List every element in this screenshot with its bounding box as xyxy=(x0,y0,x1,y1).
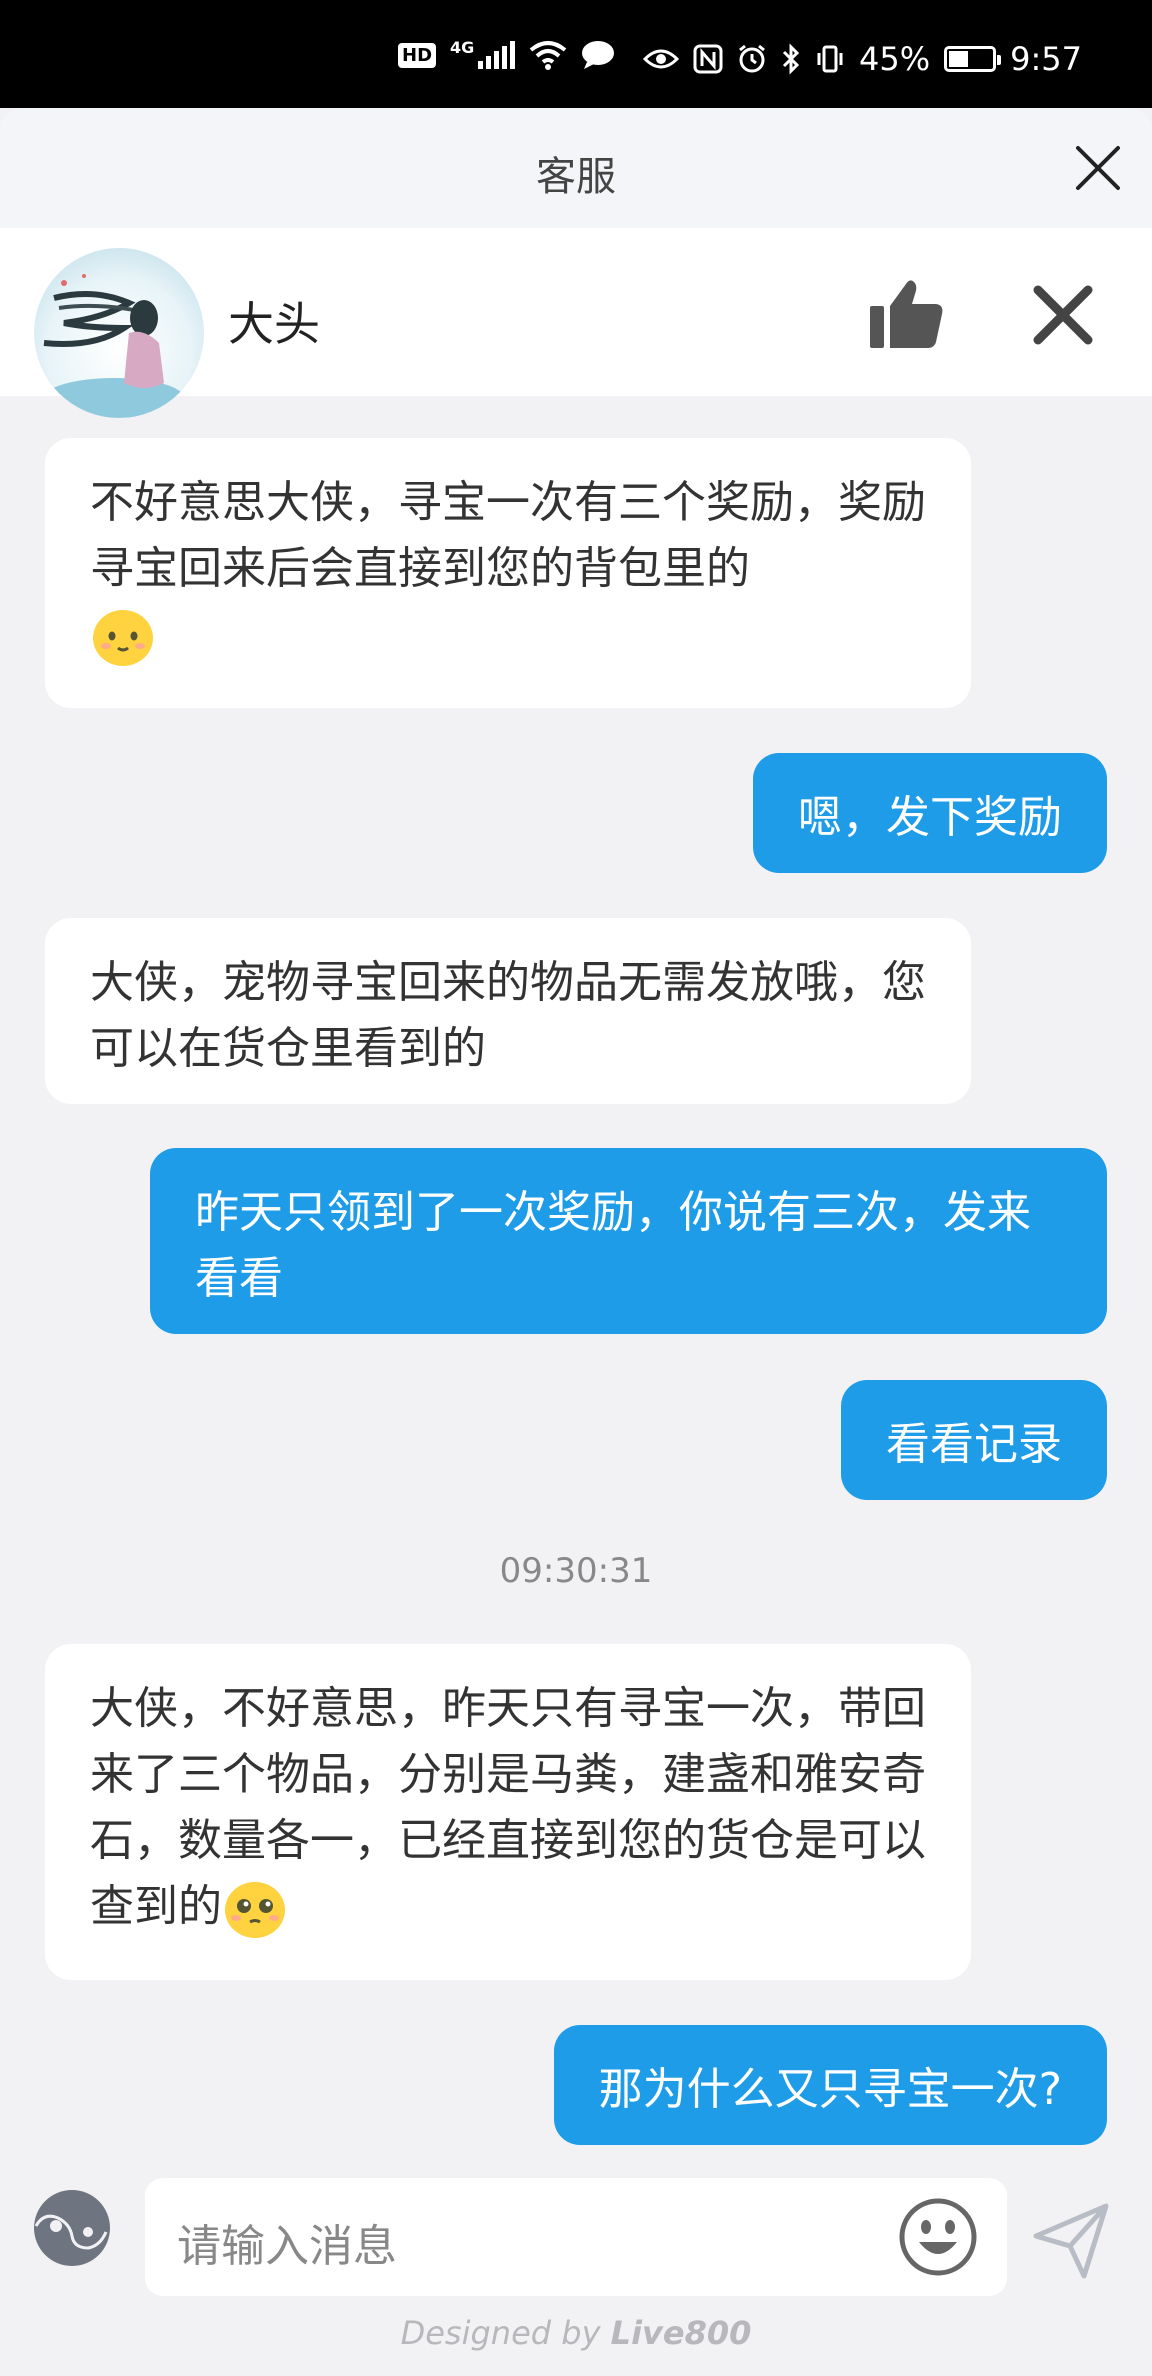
message-text: 昨天只领到了一次奖励，你说有三次，发来看看 xyxy=(195,1187,1031,1304)
user-message: 看看记录 xyxy=(841,1380,1107,1500)
message-text: 不好意思大侠，寻宝一次有三个奖励，奖励寻宝回来后会直接到您的背包里的 xyxy=(90,477,926,594)
clock: 9:57 xyxy=(1010,40,1082,78)
message-text: 看看记录 xyxy=(886,1419,1062,1470)
vibrate-icon xyxy=(817,45,843,73)
message-input[interactable]: 请输入消息 xyxy=(145,2178,1007,2296)
status-left-icons: HD 4G xyxy=(398,37,615,70)
user-message: 昨天只领到了一次奖励，你说有三次，发来看看 xyxy=(150,1148,1107,1334)
status-bar: HD 4G 45% 9:57 xyxy=(0,0,1152,108)
timestamp: 09:30:31 xyxy=(499,1551,653,1591)
yin-yang-icon[interactable] xyxy=(30,2186,114,2270)
battery-icon xyxy=(944,46,1002,72)
battery-percent: 45% xyxy=(859,40,931,78)
status-right-icons: 45% 9:57 xyxy=(643,40,1082,78)
footer-prefix: Designed by xyxy=(400,2314,611,2352)
agent-message: 不好意思大侠，寻宝一次有三个奖励，奖励寻宝回来后会直接到您的背包里的 xyxy=(45,438,971,708)
close-sheet-icon[interactable] xyxy=(1068,138,1128,198)
network-type: 4G xyxy=(450,37,475,57)
smile-emoji-icon xyxy=(93,610,153,666)
nfc-icon xyxy=(693,44,723,74)
sheet-header: 客服 xyxy=(0,108,1152,228)
user-message: 嗯，发下奖励 xyxy=(753,753,1107,873)
message-text: 大侠，不好意思，昨天只有寻宝一次，带回来了三个物品，分别是马粪，建盏和雅安奇石，… xyxy=(90,1683,926,1932)
bluetooth-icon xyxy=(782,43,800,75)
powered-by-footer: Designed by Live800 xyxy=(0,2314,1152,2352)
signal-icon xyxy=(478,41,516,69)
pleading-emoji-icon xyxy=(225,1882,285,1938)
footer-brand: Live800 xyxy=(610,2314,752,2352)
emoji-picker-icon[interactable] xyxy=(897,2196,979,2278)
wifi-icon xyxy=(530,41,567,70)
message-text: 嗯，发下奖励 xyxy=(798,792,1062,843)
message-text: 大侠，宠物寻宝回来的物品无需发放哦，您可以在货仓里看到的 xyxy=(90,957,926,1074)
input-bar: 请输入消息 xyxy=(0,2164,1152,2314)
send-icon[interactable] xyxy=(1030,2200,1112,2282)
alarm-icon xyxy=(739,44,765,73)
eye-icon xyxy=(643,49,680,69)
page-title: 客服 xyxy=(536,154,616,200)
agent-message: 大侠，宠物寻宝回来的物品无需发放哦，您可以在货仓里看到的 xyxy=(45,918,971,1104)
message-text: 那为什么又只寻宝一次? xyxy=(598,2064,1062,2115)
agent-message: 大侠，不好意思，昨天只有寻宝一次，带回来了三个物品，分别是马粪，建盏和雅安奇石，… xyxy=(45,1644,971,1980)
input-placeholder: 请输入消息 xyxy=(177,2221,397,2272)
user-message: 那为什么又只寻宝一次? xyxy=(553,2025,1107,2145)
message-list: 不好意思大侠，寻宝一次有三个奖励，奖励寻宝回来后会直接到您的背包里的 嗯，发下奖… xyxy=(0,288,1152,2145)
message-icon xyxy=(582,41,615,69)
hd-icon: HD xyxy=(398,42,437,68)
